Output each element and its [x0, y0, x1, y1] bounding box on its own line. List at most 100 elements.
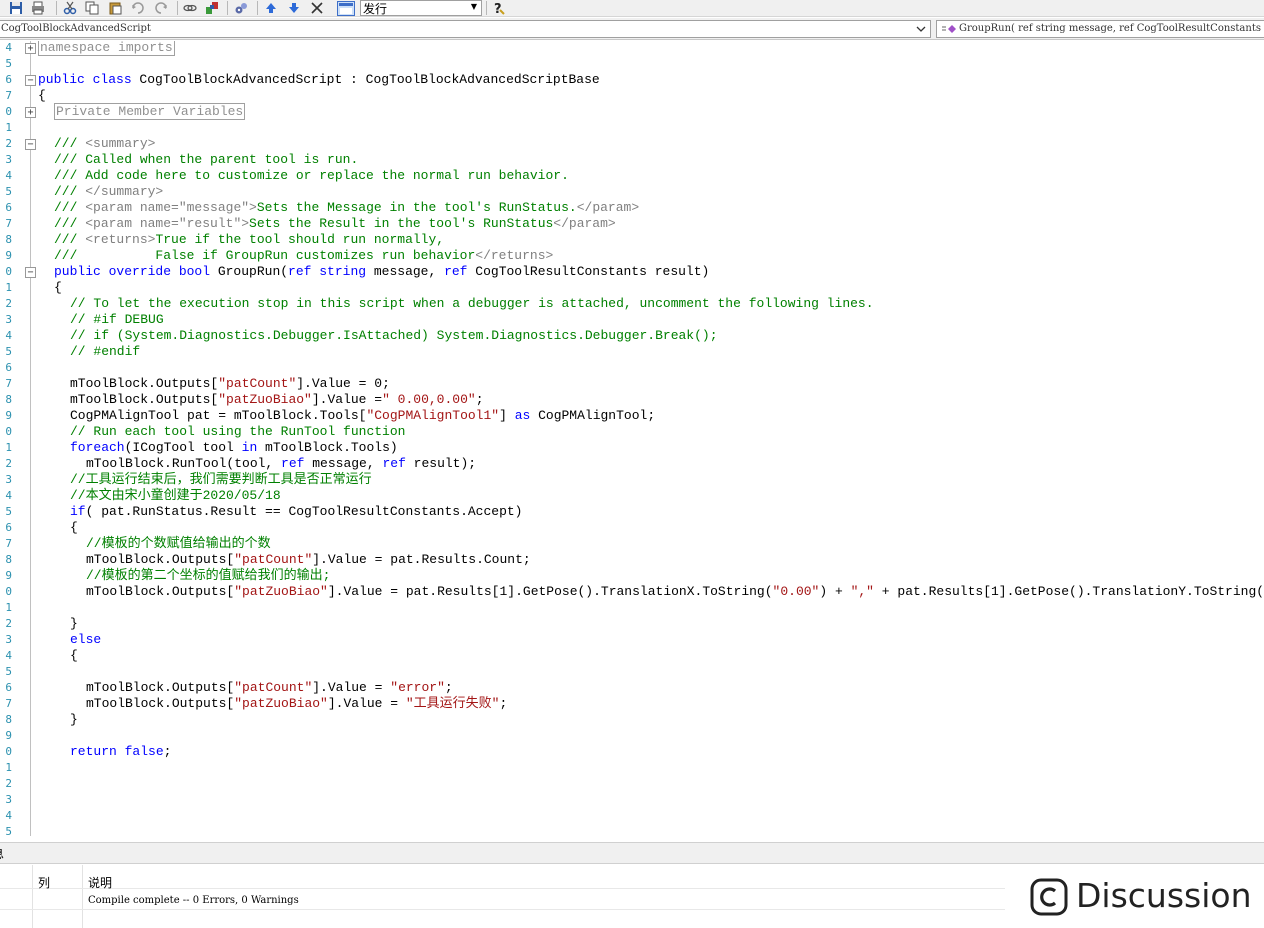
- region-namespace-imports[interactable]: namespace imports: [38, 41, 175, 56]
- line-number: 1: [5, 761, 12, 774]
- up-arrow-icon[interactable]: [264, 1, 278, 15]
- member-dropdown[interactable]: GroupRun( ref string message, ref CogToo…: [936, 20, 1264, 38]
- print-icon[interactable]: [31, 1, 45, 15]
- line-number: 7: [5, 697, 12, 710]
- line-number: 7: [5, 377, 12, 390]
- code-line: //工具运行结束后，我们需要判断工具是否正常运行: [70, 472, 372, 487]
- collapse-region-icon[interactable]: −: [25, 267, 36, 278]
- code-line: {: [70, 648, 78, 663]
- code-editor[interactable]: 4 5 6 7 0 1 2 3 4 5 6 7 8 9 0 1 2 3 4 5 6 7 8 9 0 1 2 3 4 5 6 7 8 9 0 1 2 3 4 5…: [0, 41, 1264, 836]
- svg-text:?: ?: [494, 2, 502, 15]
- chevron-down-icon: ▼: [470, 2, 477, 11]
- code-line: //模板的第二个坐标的值赋给我们的输出;: [86, 568, 331, 583]
- calendar-icon[interactable]: [337, 1, 355, 16]
- line-number: 4: [5, 41, 12, 54]
- code-line: mToolBlock.Outputs["patZuoBiao"].Value =…: [86, 584, 1264, 599]
- configuration-dropdown[interactable]: 发行 ▼: [360, 0, 482, 16]
- expand-region-icon[interactable]: +: [25, 107, 36, 118]
- toolbar-separator: [227, 1, 228, 15]
- link-icon[interactable]: [183, 1, 197, 15]
- line-number: 8: [5, 233, 12, 246]
- line-number: 1: [5, 121, 12, 134]
- toolbar-separator: [257, 1, 258, 15]
- code-line: /// <param name="result">Sets the Result…: [54, 216, 616, 231]
- line-number: 2: [5, 457, 12, 470]
- code-line: //模板的个数赋值给输出的个数: [86, 536, 271, 551]
- line-number: 4: [5, 649, 12, 662]
- build-icon[interactable]: [205, 1, 219, 15]
- line-number: 9: [5, 729, 12, 742]
- save-icon[interactable]: [9, 1, 23, 15]
- code-line: /// False if GroupRun customizes run beh…: [54, 248, 554, 263]
- code-line: public class CogToolBlockAdvancedScript …: [38, 72, 600, 87]
- panel-tab-label[interactable]: 息: [0, 845, 4, 862]
- line-number: 2: [5, 297, 12, 310]
- line-number: 1: [5, 441, 12, 454]
- line-number: 3: [5, 633, 12, 646]
- line-number: 6: [5, 201, 12, 214]
- collapse-region-icon[interactable]: −: [25, 139, 36, 150]
- line-number: 1: [5, 601, 12, 614]
- member-dropdown-value: GroupRun( ref string message, ref CogToo…: [959, 23, 1264, 34]
- class-dropdown-value: CogToolBlockAdvancedScript: [1, 23, 151, 34]
- down-arrow-icon[interactable]: [287, 1, 301, 15]
- code-line: mToolBlock.Outputs["patCount"].Value = p…: [86, 552, 531, 567]
- settings-icon[interactable]: [234, 1, 248, 15]
- line-number: 7: [5, 89, 12, 102]
- code-line: // if (System.Diagnostics.Debugger.IsAtt…: [70, 328, 718, 343]
- code-line: {: [54, 280, 62, 295]
- code-line: namespace imports: [38, 41, 175, 56]
- line-number: 3: [5, 473, 12, 486]
- toolbar-separator: [177, 1, 178, 15]
- code-line: Private Member Variables: [54, 103, 246, 120]
- line-number: 0: [5, 425, 12, 438]
- column-divider[interactable]: [32, 865, 33, 928]
- column-divider[interactable]: [82, 865, 83, 928]
- code-line: }: [70, 616, 78, 631]
- watermark: Discussion: [1020, 866, 1264, 928]
- code-line: /// Add code here to customize or replac…: [54, 168, 569, 183]
- paste-icon[interactable]: [108, 1, 122, 15]
- code-line: //本文由宋小童创建于2020/05/18: [70, 488, 281, 503]
- code-line: mToolBlock.Outputs["patCount"].Value = "…: [86, 680, 453, 695]
- code-line: /// Called when the parent tool is run.: [54, 152, 359, 167]
- line-number: 4: [5, 489, 12, 502]
- row-divider: [0, 909, 1005, 910]
- help-icon[interactable]: ?: [491, 1, 505, 15]
- column-header-col[interactable]: 列: [38, 874, 50, 891]
- configuration-value: 发行: [363, 2, 388, 16]
- line-number: 8: [5, 553, 12, 566]
- collapse-region-icon[interactable]: −: [25, 75, 36, 86]
- region-private-members[interactable]: Private Member Variables: [54, 103, 246, 120]
- line-number: 4: [5, 169, 12, 182]
- code-line: /// </summary>: [54, 184, 164, 199]
- close-icon[interactable]: [310, 1, 324, 15]
- code-line: mToolBlock.Outputs["patZuoBiao"].Value =…: [86, 696, 508, 711]
- line-number: 0: [5, 585, 12, 598]
- line-number: 4: [5, 329, 12, 342]
- code-line: mToolBlock.RunTool(tool, ref message, re…: [86, 456, 477, 471]
- line-number: 4: [5, 809, 12, 822]
- line-number: 1: [5, 281, 12, 294]
- panel-header: 息: [0, 842, 1264, 864]
- code-line: else: [70, 632, 102, 647]
- line-number: 3: [5, 153, 12, 166]
- line-number: 6: [5, 73, 12, 86]
- expand-region-icon[interactable]: +: [25, 43, 36, 54]
- column-header-description[interactable]: 说明: [88, 874, 112, 891]
- navigation-bar: CogToolBlockAdvancedScript GroupRun( ref…: [0, 18, 1264, 40]
- line-number: 5: [5, 825, 12, 836]
- class-dropdown[interactable]: CogToolBlockAdvancedScript: [0, 20, 931, 38]
- cut-icon[interactable]: [63, 1, 77, 15]
- code-line: // #if DEBUG: [70, 312, 164, 327]
- code-line: {: [38, 88, 46, 103]
- line-number: 7: [5, 217, 12, 230]
- undo-icon[interactable]: [131, 1, 145, 15]
- code-line: if( pat.RunStatus.Result == CogToolResul…: [70, 504, 523, 519]
- code-line: mToolBlock.Outputs["patZuoBiao"].Value =…: [70, 392, 484, 407]
- row-divider: [0, 888, 1005, 889]
- copy-icon[interactable]: [85, 1, 99, 15]
- line-number: 0: [5, 105, 12, 118]
- line-number: 2: [5, 777, 12, 790]
- redo-icon[interactable]: [154, 1, 168, 15]
